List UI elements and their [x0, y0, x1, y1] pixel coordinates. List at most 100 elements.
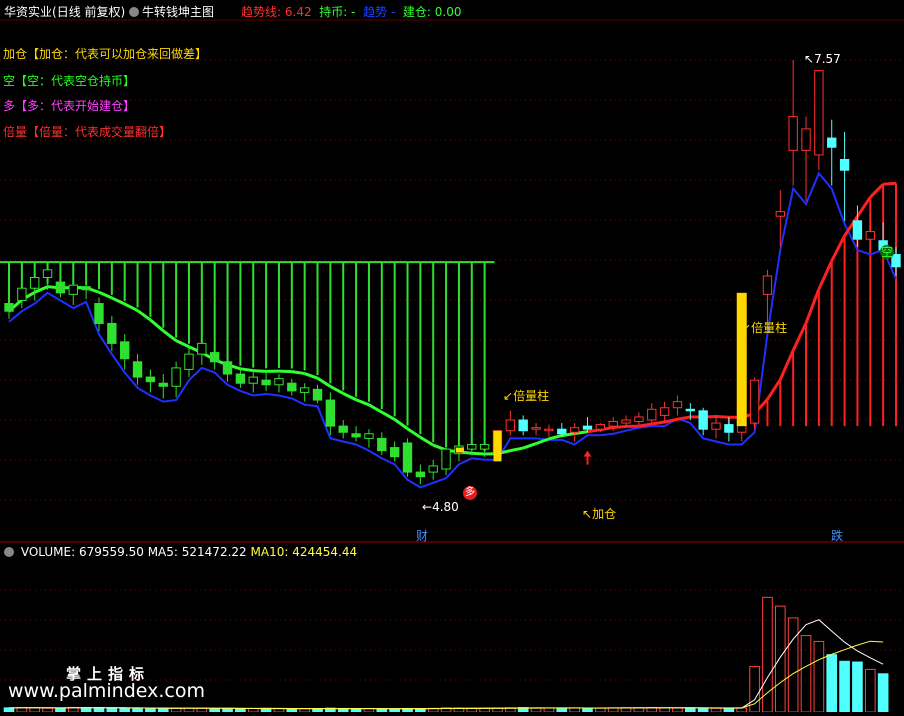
candle-body: [596, 425, 604, 430]
legend-long: 多【多：代表开始建仓】: [3, 97, 135, 114]
candle-body: [416, 472, 424, 477]
trend-line-segment: [138, 311, 151, 320]
double-volume-pillar: [737, 293, 747, 426]
up-arrow-icon: [583, 451, 591, 465]
volume-bar: [596, 708, 606, 712]
candle-body: [121, 342, 129, 359]
candle-body: [339, 426, 347, 432]
candle-body: [43, 270, 51, 278]
candle-body: [262, 380, 270, 385]
candle-body: [725, 425, 733, 433]
volume-value: 679559.50: [79, 545, 144, 559]
trend-value: -: [391, 5, 395, 19]
candle-body: [750, 380, 758, 423]
double-volume-pillar-label-1: ↙倍量柱: [503, 389, 549, 403]
trend-line-segment: [356, 400, 369, 405]
candle-body: [31, 278, 39, 289]
volume-bar: [801, 636, 811, 712]
candle-body: [840, 160, 848, 171]
trend-line-segment: [819, 261, 832, 289]
volume-bar: [133, 708, 143, 712]
low-price-label: ←4.80: [422, 500, 459, 514]
header-values: 趋势线: 6.42 持币: - 趋势 - 建仓: 0.00: [241, 3, 462, 20]
candle-body: [699, 411, 707, 429]
candle-body: [429, 466, 437, 472]
volume-bar: [583, 708, 593, 712]
candle-body: [56, 282, 64, 293]
build-label: 建仓:: [403, 5, 431, 19]
volume-bar: [853, 662, 863, 712]
trend-line-segment: [793, 323, 806, 350]
add-position-block: [456, 448, 464, 453]
candle-body: [853, 221, 861, 239]
candle-body: [95, 304, 103, 324]
volume-bar: [827, 655, 837, 712]
price-volume-chart: [0, 0, 904, 712]
indicator-menu-icon[interactable]: [129, 7, 139, 17]
candle-body: [828, 138, 836, 147]
chart-stage: 华资实业(日线 前复权) 牛转钱坤主图 趋势线: 6.42 持币: - 趋势 -…: [0, 0, 904, 712]
volume-bar: [30, 708, 40, 712]
trend-line-segment: [780, 350, 793, 379]
volume-bar: [685, 708, 695, 712]
trend-line-segment: [716, 416, 729, 417]
volume-bar: [865, 669, 875, 712]
trend-label: 趋势: [363, 5, 387, 19]
trend-line-segment: [305, 374, 318, 379]
candle-body: [635, 417, 643, 422]
volume-bar: [210, 708, 220, 712]
volume-bar: [43, 708, 53, 712]
ma5-value: 521472.22: [182, 545, 247, 559]
indicator-title[interactable]: 牛转钱坤主图: [129, 3, 214, 20]
volume-bar: [788, 618, 798, 712]
trend-line-segment: [587, 430, 600, 432]
candle-body: [211, 353, 219, 362]
high-price-value: 7.57: [814, 52, 841, 66]
stock-title: 华资实业(日线 前复权): [4, 3, 125, 20]
trend-line-segment: [857, 197, 870, 216]
candle-body: [660, 408, 668, 416]
add-position-label: ↖加仓: [582, 507, 616, 521]
candle-body: [558, 429, 566, 434]
candle-body: [480, 445, 488, 450]
trend-line-segment: [125, 304, 138, 311]
hold-cash-value: -: [351, 5, 355, 19]
volume-bar: [313, 709, 323, 712]
high-arrow: ↖: [804, 52, 814, 66]
candle-body: [570, 428, 578, 433]
ma10-value: 424454.44: [292, 545, 357, 559]
trend-line-value: 6.42: [285, 5, 312, 19]
candle-body: [519, 420, 527, 431]
volume-bar: [248, 708, 258, 712]
candle-body: [686, 409, 694, 411]
candle-body: [545, 429, 553, 431]
volume-menu-icon[interactable]: [4, 547, 14, 557]
candle-body: [69, 285, 77, 294]
volume-bar: [274, 709, 284, 712]
candle-body: [763, 276, 771, 294]
trend-line-segment: [639, 424, 652, 426]
candle-body: [866, 232, 874, 240]
double-volume-pillar: [493, 431, 501, 462]
trend-line-segment: [523, 444, 536, 448]
x-axis-mark-2: 跌: [831, 529, 843, 543]
candle-body: [609, 422, 617, 427]
candle-body: [5, 304, 13, 312]
ma10-label: MA10:: [251, 545, 289, 559]
candle-body: [583, 426, 591, 429]
trend-line-segment: [292, 372, 305, 374]
long-marker: 多: [463, 486, 477, 500]
candle-body: [300, 388, 308, 393]
candle-body: [313, 389, 321, 400]
candle-body: [352, 434, 360, 437]
low-arrow: ←: [422, 500, 432, 514]
volume-bar: [878, 674, 888, 712]
trend-line-segment: [510, 448, 523, 451]
trend-line-segment: [652, 422, 665, 424]
volume-bar: [351, 709, 361, 712]
volume-bar: [107, 708, 117, 712]
watermark-url: www.palmindex.com: [8, 680, 205, 702]
candle-body: [108, 323, 116, 343]
trend-line-segment: [382, 412, 395, 419]
candle-body: [288, 383, 296, 391]
